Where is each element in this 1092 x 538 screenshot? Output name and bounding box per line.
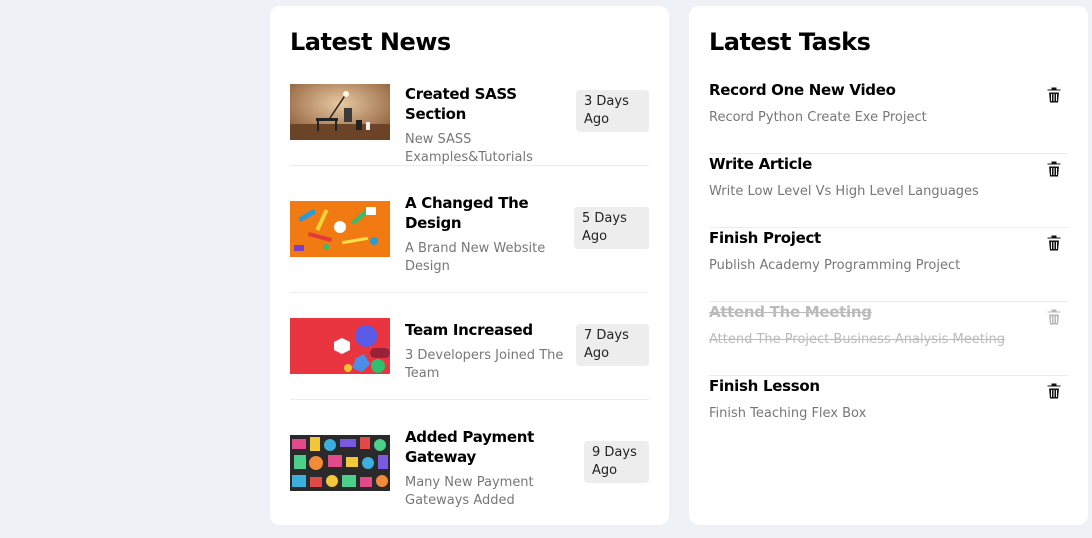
news-thumbnail-abstract <box>290 318 390 374</box>
news-title: Added Payment Gateway <box>405 428 534 466</box>
news-description: New SASS Examples&Tutorials <box>405 132 533 165</box>
task-title: Record One New Video <box>709 81 896 99</box>
task-title: Attend The Meeting <box>709 303 872 321</box>
news-thumbnail-doodle <box>290 435 390 491</box>
task-item[interactable]: Finish Project Publish Academy Programmi… <box>709 228 1068 302</box>
task-title: Write Article <box>709 155 813 173</box>
task-title: Finish Lesson <box>709 377 820 395</box>
latest-news-panel: Latest News Created SASS Section New SAS… <box>270 6 669 525</box>
news-item[interactable]: Created SASS Section New SASS Examples&T… <box>290 82 649 166</box>
news-description: 3 Developers Joined The Team <box>405 348 564 381</box>
news-description: A Brand New Website Design <box>405 241 546 274</box>
task-description: Publish Academy Programming Project <box>709 258 961 273</box>
task-description: Attend The Project Business Analysis Mee… <box>709 332 1005 347</box>
task-description: Write Low Level Vs High Level Languages <box>709 184 979 199</box>
news-item[interactable]: Team Increased 3 Developers Joined The T… <box>290 293 649 400</box>
latest-tasks-panel: Latest Tasks Record One New Video Record… <box>689 6 1088 525</box>
news-title: A Changed The Design <box>405 194 529 232</box>
colorful-doodle-pattern <box>290 435 390 491</box>
news-text: Created SASS Section New SASS Examples&T… <box>405 84 565 167</box>
news-age-badge: 5 Days Ago <box>574 207 649 249</box>
latest-tasks-title: Latest Tasks <box>709 28 871 56</box>
news-thumbnail-stationery <box>290 201 390 257</box>
task-description: Finish Teaching Flex Box <box>709 406 867 421</box>
news-text: Added Payment Gateway Many New Payment G… <box>405 427 565 510</box>
task-item[interactable]: Record One New Video Record Python Creat… <box>709 80 1068 154</box>
latest-news-title: Latest News <box>290 28 451 56</box>
news-title: Team Increased <box>405 321 533 339</box>
news-item[interactable]: A Changed The Design A Brand New Website… <box>290 166 649 293</box>
task-description: Record Python Create Exe Project <box>709 110 927 125</box>
desk-lamp-photo <box>290 84 390 140</box>
news-thumbnail-desk-lamp <box>290 84 390 140</box>
news-text: A Changed The Design A Brand New Website… <box>405 193 565 276</box>
trash-icon[interactable] <box>1046 234 1062 252</box>
task-item[interactable]: Write Article Write Low Level Vs High Le… <box>709 154 1068 228</box>
task-title: Finish Project <box>709 229 821 247</box>
trash-icon[interactable] <box>1046 86 1062 104</box>
news-text: Team Increased 3 Developers Joined The T… <box>405 320 565 383</box>
trash-icon[interactable] <box>1046 382 1062 400</box>
news-age-badge: 7 Days Ago <box>576 324 649 366</box>
orange-stationery-photo <box>290 201 390 257</box>
news-title: Created SASS Section <box>405 85 517 123</box>
trash-icon[interactable] <box>1046 308 1062 326</box>
news-age-badge: 9 Days Ago <box>584 441 649 483</box>
task-item-completed[interactable]: Attend The Meeting Attend The Project Bu… <box>709 302 1068 376</box>
trash-icon[interactable] <box>1046 160 1062 178</box>
news-description: Many New Payment Gateways Added <box>405 475 534 508</box>
news-age-badge: 3 Days Ago <box>576 90 649 132</box>
task-item[interactable]: Finish Lesson Finish Teaching Flex Box <box>709 376 1068 450</box>
news-item[interactable]: Added Payment Gateway Many New Payment G… <box>290 400 649 518</box>
red-abstract-shapes-photo <box>290 318 390 374</box>
